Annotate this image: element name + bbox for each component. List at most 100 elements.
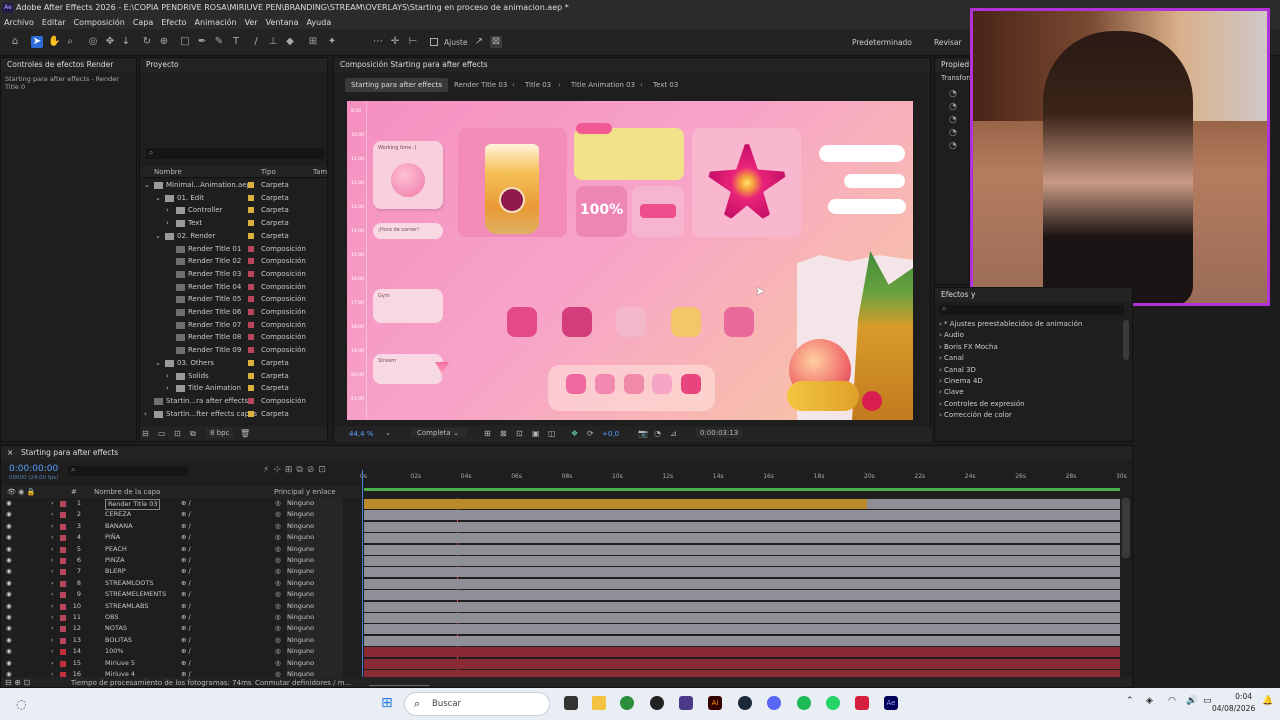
project-item[interactable]: Render Title 05 Composición: [140, 293, 327, 306]
reset-exposure-icon[interactable]: ⟳: [587, 429, 594, 438]
timeline-switches-icons[interactable]: ⚡⊹⊞⧉⊘⊡: [263, 465, 330, 475]
dolly-camera-icon[interactable]: ↓: [120, 36, 132, 48]
timeline-layer-row[interactable]: ◉ › 9 STREAMELEMENTS ⊕ / ◎ Ninguno: [1, 589, 1121, 601]
layer-name[interactable]: PEACH: [105, 544, 127, 555]
menu-ayuda[interactable]: Ayuda: [303, 16, 336, 29]
project-item[interactable]: › Controller Carpeta: [140, 204, 327, 217]
label-color-swatch[interactable]: [248, 232, 254, 239]
bit-depth-button[interactable]: 8 bpc: [206, 428, 234, 438]
visibility-eye-icon[interactable]: ◉: [6, 498, 12, 509]
parent-select[interactable]: Ninguno: [287, 612, 343, 624]
expand-arrow-icon[interactable]: ›: [51, 658, 54, 669]
visibility-eye-icon[interactable]: ◉: [6, 623, 12, 634]
windows-start-icon[interactable]: ⊞: [381, 695, 393, 711]
workspace-review[interactable]: Revisar: [934, 38, 962, 47]
project-item[interactable]: › Text Carpeta: [140, 217, 327, 230]
project-item[interactable]: Startin...ra after effects Composición: [140, 395, 327, 408]
layer-label-swatch[interactable]: [60, 501, 66, 507]
layer-switches[interactable]: ⊕ /: [181, 623, 191, 634]
effects-search-input[interactable]: ⌕: [939, 304, 1124, 315]
effects-category[interactable]: › Canal 3D: [939, 366, 976, 374]
region-icon[interactable]: ⊞: [484, 429, 491, 438]
pickwhip-icon[interactable]: ◎: [275, 635, 281, 646]
effects-category[interactable]: › * Ajustes preestablecidos de animación: [939, 320, 1082, 328]
pickwhip-icon[interactable]: ◎: [275, 498, 281, 509]
parent-select[interactable]: Ninguno: [287, 589, 343, 601]
illustrator-icon[interactable]: Ai: [708, 696, 722, 710]
volume-icon[interactable]: 🔊: [1186, 696, 1197, 706]
align-icon[interactable]: ⋯: [372, 36, 384, 48]
close-icon[interactable]: ×: [7, 446, 13, 460]
work-area-bar[interactable]: [364, 488, 1120, 491]
label-color-swatch[interactable]: [248, 245, 254, 252]
layer-label-swatch[interactable]: [60, 626, 66, 633]
composition-canvas[interactable]: 8:30 10:00 11:00 12:00 13:00 14:00 15:00 16:00 1…: [347, 101, 913, 420]
layer-name[interactable]: STREAMELEMENTS: [105, 589, 166, 600]
label-color-swatch[interactable]: [248, 258, 254, 265]
layer-name[interactable]: Miriuve 5: [105, 658, 135, 669]
project-item[interactable]: Render Title 02 Composición: [140, 255, 327, 268]
visibility-eye-icon[interactable]: ◉: [6, 612, 12, 623]
label-color-swatch[interactable]: [248, 207, 254, 214]
parent-select[interactable]: Ninguno: [287, 520, 343, 533]
steam-icon[interactable]: [738, 696, 752, 710]
expand-arrow-icon[interactable]: ›: [51, 589, 54, 600]
menu-ver[interactable]: Ver: [241, 16, 262, 29]
battery-icon[interactable]: ▭: [1203, 696, 1212, 706]
time-ruler[interactable]: 0s 02s 04s 06s 08s 10s 12s 14s 16s 18s 20s 22s 24s 26…: [360, 470, 1127, 486]
effects-category[interactable]: › Boris FX Mocha: [939, 343, 998, 351]
layer-switches[interactable]: ⊕ /: [181, 509, 191, 520]
parent-select[interactable]: Ninguno: [287, 657, 343, 669]
visibility-eye-icon[interactable]: ◉: [6, 589, 12, 600]
layer-duration-bar[interactable]: [364, 635, 1120, 646]
workspace-default[interactable]: Predeterminado: [852, 38, 912, 47]
layer-switches[interactable]: ⊕ /: [181, 612, 191, 623]
notifications-icon[interactable]: 🔔: [1262, 696, 1273, 706]
file-explorer-icon[interactable]: [592, 696, 606, 710]
effects-category[interactable]: › Canal: [939, 354, 964, 362]
pen-tool-icon[interactable]: ✒: [196, 36, 208, 48]
layer-duration-bar[interactable]: [364, 658, 1120, 669]
parent-select[interactable]: Ninguno: [287, 577, 343, 590]
tray-app-icon[interactable]: ◈: [1146, 696, 1153, 706]
exposure-value[interactable]: +0,0: [602, 430, 619, 438]
selection-tool-icon[interactable]: ➤: [31, 36, 43, 48]
parent-select[interactable]: Ninguno: [287, 623, 343, 635]
menu-efecto[interactable]: Efecto: [157, 16, 190, 29]
parent-select[interactable]: Ninguno: [287, 543, 343, 555]
layer-name[interactable]: PINZA: [105, 555, 125, 566]
layer-switches[interactable]: ⊕ /: [181, 646, 191, 657]
orbit-camera-icon[interactable]: ◎: [87, 36, 99, 48]
layer-label-swatch[interactable]: [60, 535, 66, 542]
col-type[interactable]: Tipo: [261, 168, 276, 176]
pickwhip-icon[interactable]: ◎: [275, 623, 281, 634]
breadcrumb-render-title[interactable]: Render Title 03: [454, 81, 507, 89]
visibility-eye-icon[interactable]: ◉: [6, 509, 12, 520]
visibility-eye-icon[interactable]: ◉: [6, 521, 12, 532]
project-search-input[interactable]: ⌕: [146, 148, 324, 159]
label-color-swatch[interactable]: [248, 283, 254, 290]
layer-duration-bar[interactable]: [364, 567, 1120, 578]
transparency-grid-icon[interactable]: ⊠: [500, 429, 507, 438]
timeline-tab[interactable]: × Starting para after effects: [1, 446, 1132, 460]
pickwhip-icon[interactable]: ◎: [275, 612, 281, 623]
layer-switches[interactable]: ⊕ /: [181, 498, 191, 509]
pickwhip-icon[interactable]: ◎: [275, 589, 281, 600]
expand-arrow-icon[interactable]: ›: [51, 601, 54, 612]
timeline-search-input[interactable]: ⌕: [68, 465, 188, 476]
timeline-layer-row[interactable]: ◉ › 14 100% ⊕ / ◎ Ninguno: [1, 646, 1121, 658]
layer-name[interactable]: BANANA: [105, 521, 133, 532]
chrome-icon[interactable]: [620, 696, 634, 710]
roto-brush-tool-icon[interactable]: ⊞: [307, 36, 319, 48]
pickwhip-icon[interactable]: ◎: [275, 658, 281, 669]
properties-tab[interactable]: Propied: [935, 58, 969, 72]
expand-arrow-icon[interactable]: ›: [51, 646, 54, 657]
zoom-tool-icon[interactable]: ⌕: [64, 36, 76, 48]
label-color-swatch[interactable]: [248, 334, 254, 341]
pickwhip-icon[interactable]: ◎: [275, 646, 281, 657]
visibility-eye-icon[interactable]: ◉: [6, 658, 12, 669]
timeline-layer-row[interactable]: ◉ › 3 BANANA ⊕ / ◎ Ninguno: [1, 520, 1121, 533]
layer-duration-bar[interactable]: [364, 590, 1120, 601]
timeline-layer-row[interactable]: ◉ › 13 BOLITAS ⊕ / ◎ Ninguno: [1, 634, 1121, 647]
breadcrumb-text[interactable]: Text 03: [653, 81, 678, 89]
